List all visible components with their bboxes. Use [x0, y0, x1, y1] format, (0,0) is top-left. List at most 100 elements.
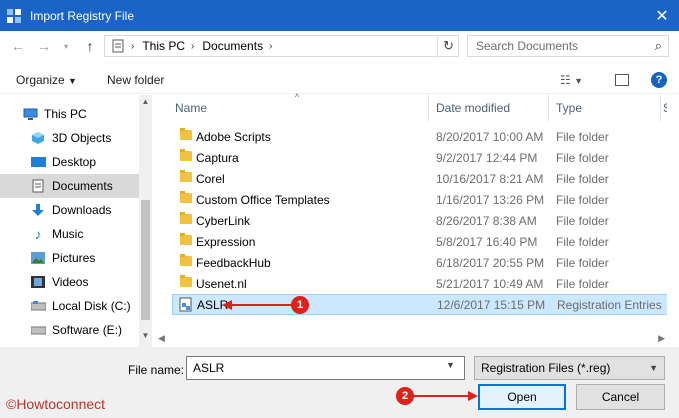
folder-icon: [180, 275, 192, 287]
file-name: Captura: [196, 150, 239, 165]
file-name: CyberLink: [196, 213, 251, 228]
file-name: Custom Office Templates: [196, 192, 330, 207]
nav-label: Downloads: [52, 203, 112, 217]
annotation-arrow-2: [408, 391, 478, 401]
file-type: File folder: [556, 150, 609, 165]
file-name: FeedbackHub: [196, 255, 271, 270]
column-header-date[interactable]: Date modified: [436, 95, 510, 121]
registry-file-icon: [179, 297, 192, 312]
nav-item-software-e[interactable]: Software (E:): [0, 318, 139, 342]
help-icon[interactable]: ?: [651, 72, 667, 88]
list-item[interactable]: FeedbackHub 6/18/2017 20:55 PM File folder: [172, 252, 668, 273]
nav-item-documents[interactable]: Documents: [0, 174, 139, 198]
file-date: 8/20/2017 10:00 AM: [436, 129, 544, 144]
search-placeholder: Search Documents: [476, 39, 579, 53]
organize-button[interactable]: Organize ▼: [16, 73, 77, 87]
nav-item-3d-objects[interactable]: 3D Objects: [0, 126, 139, 150]
watermark: ©Howtoconnect: [6, 396, 106, 412]
nav-item-local-disk-c[interactable]: Local Disk (C:): [0, 294, 139, 318]
file-date: 1/16/2017 13:26 PM: [436, 192, 545, 207]
breadcrumb-documents[interactable]: Documents: [202, 39, 263, 53]
column-divider[interactable]: [660, 95, 661, 121]
nav-item-this-pc[interactable]: This PC: [6, 102, 139, 126]
scroll-thumb[interactable]: [141, 200, 150, 320]
address-bar[interactable]: › This PC › Documents ›: [104, 35, 459, 57]
nav-label: Music: [52, 227, 84, 241]
breadcrumb-this-pc[interactable]: This PC: [142, 39, 185, 53]
chevron-down-icon: ▼: [68, 76, 77, 86]
file-type-select[interactable]: Registration Files (*.reg) ▼: [474, 356, 665, 380]
nav-scrollbar[interactable]: ▲ ▼: [139, 95, 152, 347]
forward-arrow-icon[interactable]: →: [34, 38, 54, 54]
list-item[interactable]: Usenet.nl 5/21/2017 10:49 AM File folder: [172, 273, 668, 294]
folder-icon: [180, 128, 192, 140]
refresh-button[interactable]: ↻: [437, 35, 459, 57]
nav-label: This PC: [44, 107, 87, 121]
file-name-field[interactable]: [186, 356, 465, 380]
command-bar: Organize ▼ New folder ☷ ▼ ?: [0, 66, 679, 94]
drive-icon: [30, 298, 46, 314]
scroll-left-icon[interactable]: ◀: [158, 333, 165, 344]
list-item[interactable]: Custom Office Templates 1/16/2017 13:26 P…: [172, 189, 668, 210]
scroll-up-icon[interactable]: ▲: [139, 97, 152, 111]
file-date: 6/18/2017 20:55 PM: [436, 255, 545, 270]
organize-label: Organize: [16, 73, 65, 87]
list-item[interactable]: Adobe Scripts 8/20/2017 10:00 AM File fold…: [172, 126, 668, 147]
file-list-scrollbar[interactable]: [667, 95, 679, 347]
column-header-name[interactable]: Name: [175, 95, 207, 121]
file-name: Corel: [196, 171, 225, 186]
chevron-down-icon[interactable]: ▼: [446, 360, 455, 370]
open-button[interactable]: Open: [478, 384, 566, 410]
chevron-right-icon: ›: [131, 40, 135, 52]
column-divider[interactable]: [548, 95, 549, 121]
back-arrow-icon[interactable]: ←: [8, 38, 28, 54]
column-divider[interactable]: [428, 95, 429, 121]
file-type: File folder: [556, 129, 609, 144]
file-date: 12/6/2017 15:15 PM: [437, 297, 546, 312]
close-button[interactable]: ✕: [645, 0, 679, 31]
new-folder-button[interactable]: New folder: [107, 73, 164, 87]
recent-locations-icon[interactable]: ▾: [56, 42, 76, 51]
divider: [0, 93, 679, 94]
up-arrow-icon[interactable]: ↑: [80, 38, 100, 54]
list-item[interactable]: Captura 9/2/2017 12:44 PM File folder: [172, 147, 668, 168]
nav-item-pictures[interactable]: Pictures: [0, 246, 139, 270]
file-type-value: Registration Files (*.reg): [481, 361, 611, 375]
scroll-down-icon[interactable]: ▼: [139, 331, 152, 345]
horizontal-scrollbar[interactable]: ◀ ▶: [156, 333, 667, 347]
list-item[interactable]: Expression 5/8/2017 16:40 PM File folder: [172, 231, 668, 252]
preview-pane-icon[interactable]: [615, 74, 629, 86]
nav-item-desktop[interactable]: Desktop: [0, 150, 139, 174]
nav-item-videos[interactable]: Videos: [0, 270, 139, 294]
scroll-right-icon[interactable]: ▶: [658, 333, 665, 344]
nav-label: Software (E:): [52, 323, 123, 337]
file-date: 8/26/2017 8:38 AM: [436, 213, 537, 228]
file-date: 5/8/2017 16:40 PM: [436, 234, 538, 249]
video-icon: [30, 274, 46, 290]
folder-icon: [180, 191, 192, 203]
file-type: File folder: [556, 192, 609, 207]
search-input[interactable]: Search Documents ⌕: [467, 35, 669, 57]
close-icon: ✕: [655, 7, 669, 25]
list-item[interactable]: CyberLink 8/26/2017 8:38 AM File folder: [172, 210, 668, 231]
nav-item-music[interactable]: ♪ Music: [0, 222, 139, 246]
column-header-type[interactable]: Type: [556, 95, 582, 121]
list-item[interactable]: Corel 10/16/2017 8:21 AM File folder: [172, 168, 668, 189]
annotation-marker-1: 1: [291, 296, 309, 314]
cube-icon: [30, 130, 46, 146]
folder-icon: [180, 254, 192, 266]
view-options-icon[interactable]: ☷ ▼: [560, 73, 583, 87]
download-icon: [30, 202, 46, 218]
desktop-icon: [30, 154, 46, 170]
file-type: Registration Entries: [557, 297, 662, 312]
file-date: 9/2/2017 12:44 PM: [436, 150, 538, 165]
folder-icon: [180, 170, 192, 182]
nav-item-downloads[interactable]: Downloads: [0, 198, 139, 222]
file-date: 5/21/2017 10:49 AM: [436, 276, 544, 291]
documents-icon: [112, 39, 124, 53]
nav-label: Pictures: [52, 251, 96, 265]
refresh-icon: ↻: [443, 38, 454, 53]
cancel-button[interactable]: Cancel: [576, 384, 665, 410]
picture-icon: [30, 250, 46, 266]
computer-icon: [22, 106, 38, 122]
